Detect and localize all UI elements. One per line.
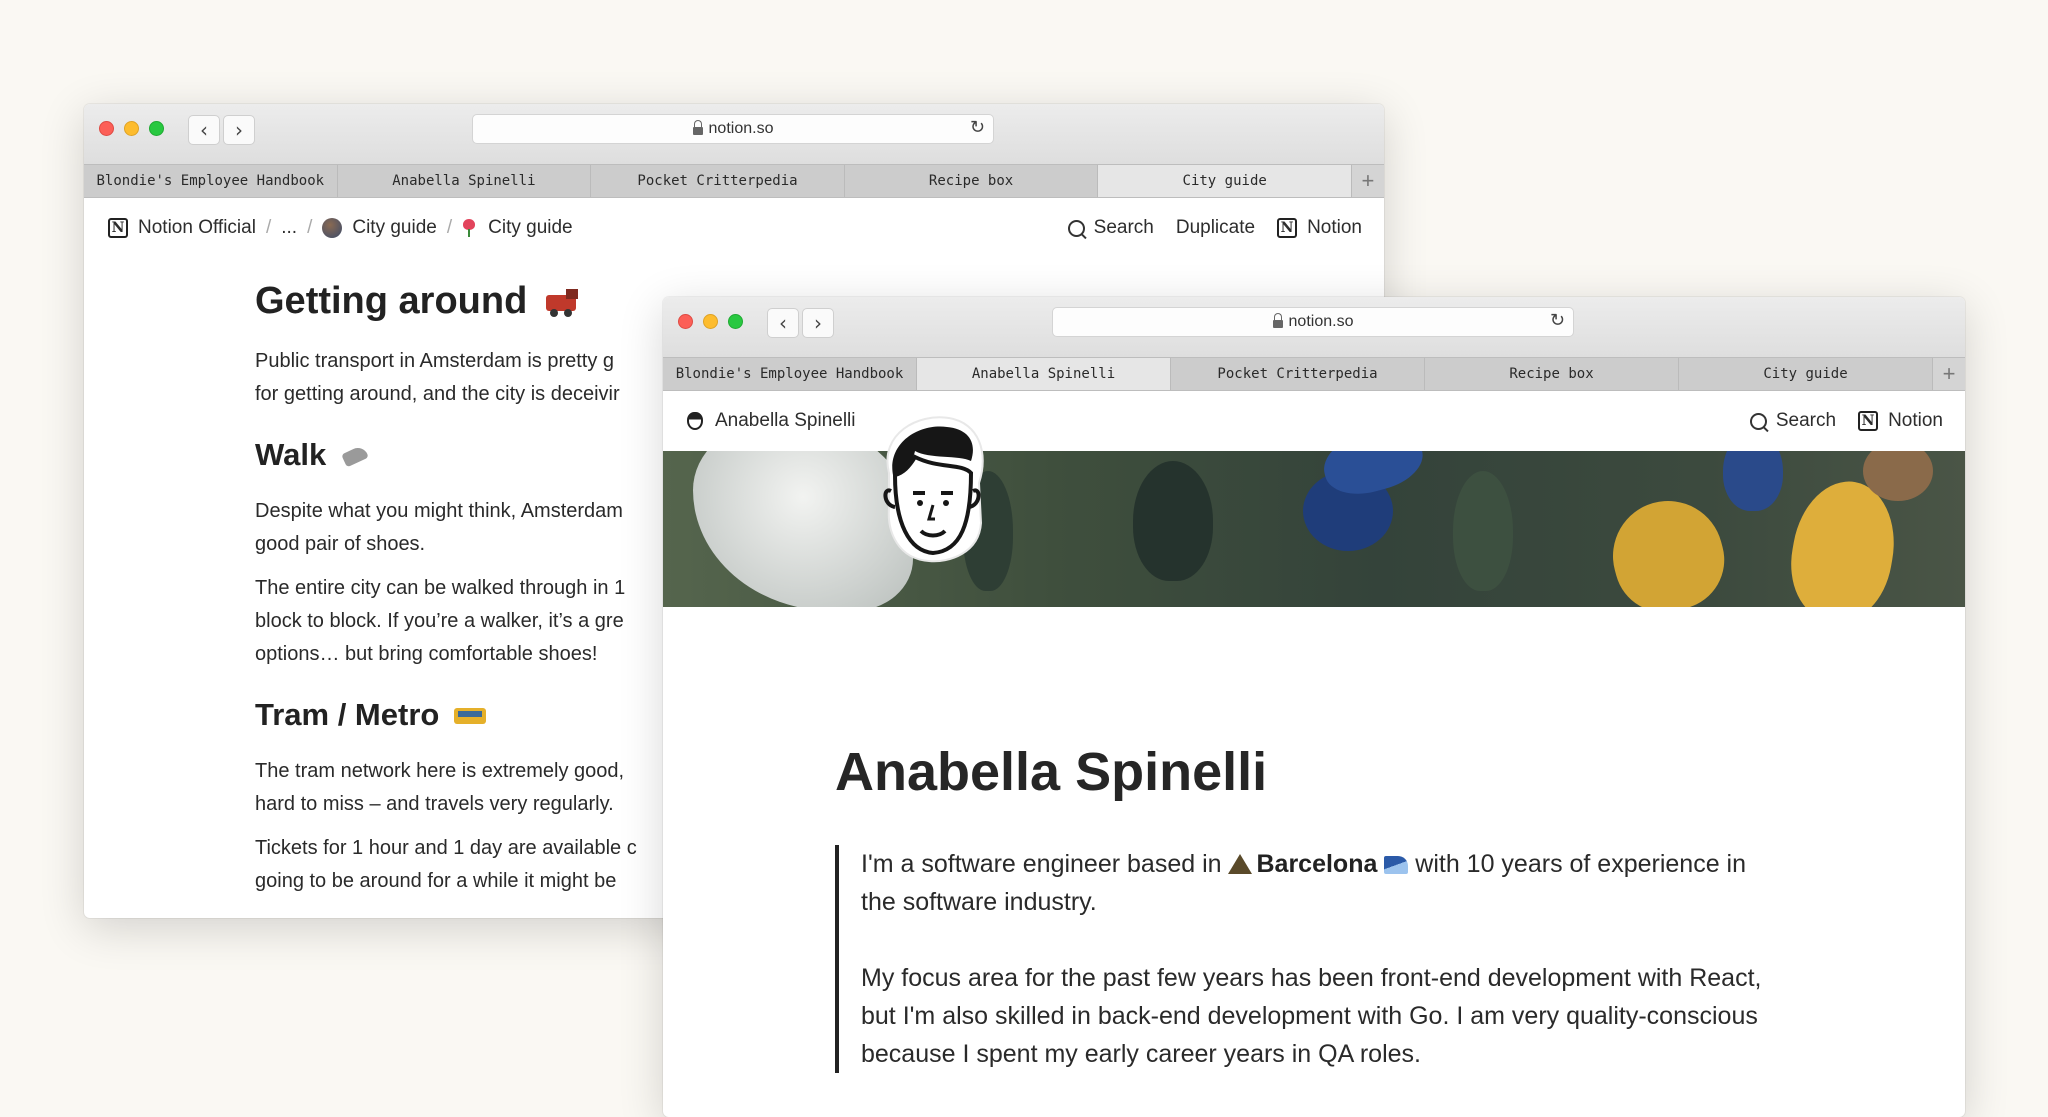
tab-anabella-spinelli[interactable]: Anabella Spinelli: [917, 358, 1171, 390]
tulip-icon: [462, 219, 476, 237]
traffic-lights: [678, 314, 743, 329]
breadcrumb-city-guide-parent[interactable]: City guide: [352, 217, 437, 239]
bio-paragraph-2: My focus area for the past few years has…: [861, 964, 1762, 1068]
city-barcelona: Barcelona: [1256, 850, 1378, 878]
tram-icon: [453, 704, 488, 728]
address-bar[interactable]: notion.so ↻: [1052, 307, 1574, 337]
url-text: notion.so: [708, 120, 774, 137]
breadcrumb-city-guide-current[interactable]: City guide: [488, 217, 573, 239]
mountain-icon: [1228, 854, 1253, 874]
browser-window-anabella: ‹ › notion.so ↻ Blondie's Employee Handb…: [663, 297, 1965, 1117]
page-actions: Search Duplicate N Notion: [1067, 198, 1362, 258]
wave-icon: [1384, 856, 1409, 874]
titlebar: ‹ › notion.so ↻: [663, 297, 1965, 357]
url-text: notion.so: [1288, 313, 1354, 330]
tab-bar: Blondie's Employee Handbook Anabella Spi…: [84, 164, 1384, 198]
back-arrow-icon[interactable]: ‹: [767, 308, 799, 338]
search-button[interactable]: Search: [1067, 217, 1154, 239]
breadcrumb-separator: /: [265, 217, 272, 238]
sneaker-icon: [340, 444, 371, 468]
tab-pocket-critterpedia[interactable]: Pocket Critterpedia: [1171, 358, 1425, 390]
notion-topbar: Anabella Spinelli Search N Notion: [663, 391, 1965, 451]
back-arrow-icon[interactable]: ‹: [188, 115, 220, 145]
nav-buttons: ‹ ›: [767, 308, 834, 338]
titlebar: ‹ › notion.so ↻: [84, 104, 1384, 164]
reload-icon[interactable]: ↻: [970, 117, 985, 138]
notion-button[interactable]: N Notion: [1858, 410, 1943, 432]
breadcrumb: Anabella Spinelli: [687, 391, 856, 451]
notion-label: Notion: [1307, 217, 1362, 238]
bio-quote: I'm a software engineer based in Barcelo…: [835, 845, 1781, 1073]
lock-icon: [1272, 313, 1283, 328]
address-bar[interactable]: notion.so ↻: [472, 114, 994, 144]
nav-buttons: ‹ ›: [188, 115, 255, 145]
tab-city-guide[interactable]: City guide: [1679, 358, 1933, 390]
tab-pocket-critterpedia[interactable]: Pocket Critterpedia: [591, 165, 845, 197]
breadcrumb-ellipsis[interactable]: ...: [281, 217, 297, 239]
reload-icon[interactable]: ↻: [1550, 310, 1565, 331]
lock-icon: [692, 120, 703, 135]
notion-logo-icon: N: [108, 218, 128, 238]
search-label: Search: [1775, 410, 1837, 431]
breadcrumb-separator: /: [446, 217, 453, 238]
search-icon: [1749, 412, 1767, 430]
search-icon: [1067, 219, 1085, 237]
search-button[interactable]: Search: [1749, 410, 1837, 432]
tab-recipe-box[interactable]: Recipe box: [1425, 358, 1679, 390]
tab-recipe-box[interactable]: Recipe box: [845, 165, 1099, 197]
breadcrumb-notion-official[interactable]: Notion Official: [138, 217, 256, 239]
minimize-window-button[interactable]: [703, 314, 718, 329]
tab-employee-handbook[interactable]: Blondie's Employee Handbook: [84, 165, 338, 197]
breadcrumb-separator: /: [307, 217, 313, 238]
new-tab-button[interactable]: +: [1933, 358, 1965, 390]
search-label: Search: [1093, 217, 1154, 238]
train-icon: [545, 287, 584, 317]
maximize-window-button[interactable]: [728, 314, 743, 329]
breadcrumb: N Notion Official / ... / City guide / C…: [108, 198, 573, 258]
page-title: Anabella Spinelli: [835, 742, 1268, 802]
notion-topbar: N Notion Official / ... / City guide / C…: [84, 198, 1384, 258]
new-tab-button[interactable]: +: [1351, 165, 1384, 197]
close-window-button[interactable]: [678, 314, 693, 329]
avatar-illustration: [869, 413, 997, 563]
close-window-button[interactable]: [99, 121, 114, 136]
maximize-window-button[interactable]: [149, 121, 164, 136]
cover-image: [663, 451, 1965, 607]
bio-paragraph-1: I'm a software engineer based in Barcelo…: [861, 850, 1747, 916]
notion-logo-icon: N: [1277, 218, 1298, 238]
forward-arrow-icon[interactable]: ›: [223, 115, 255, 145]
tab-anabella-spinelli[interactable]: Anabella Spinelli: [338, 165, 592, 197]
duplicate-button[interactable]: Duplicate: [1176, 217, 1255, 239]
traffic-lights: [99, 121, 164, 136]
notion-button[interactable]: N Notion: [1277, 217, 1362, 239]
minimize-window-button[interactable]: [124, 121, 139, 136]
notion-logo-icon: N: [1858, 411, 1879, 431]
avatar-small-icon: [687, 412, 703, 430]
notion-label: Notion: [1888, 410, 1943, 431]
tab-employee-handbook[interactable]: Blondie's Employee Handbook: [663, 358, 917, 390]
page-actions: Search N Notion: [1749, 391, 1943, 451]
forward-arrow-icon[interactable]: ›: [802, 308, 834, 338]
breadcrumb-anabella-spinelli[interactable]: Anabella Spinelli: [715, 410, 856, 432]
globe-avatar-icon: [322, 218, 343, 238]
tab-bar: Blondie's Employee Handbook Anabella Spi…: [663, 357, 1965, 391]
tab-city-guide[interactable]: City guide: [1098, 165, 1352, 197]
